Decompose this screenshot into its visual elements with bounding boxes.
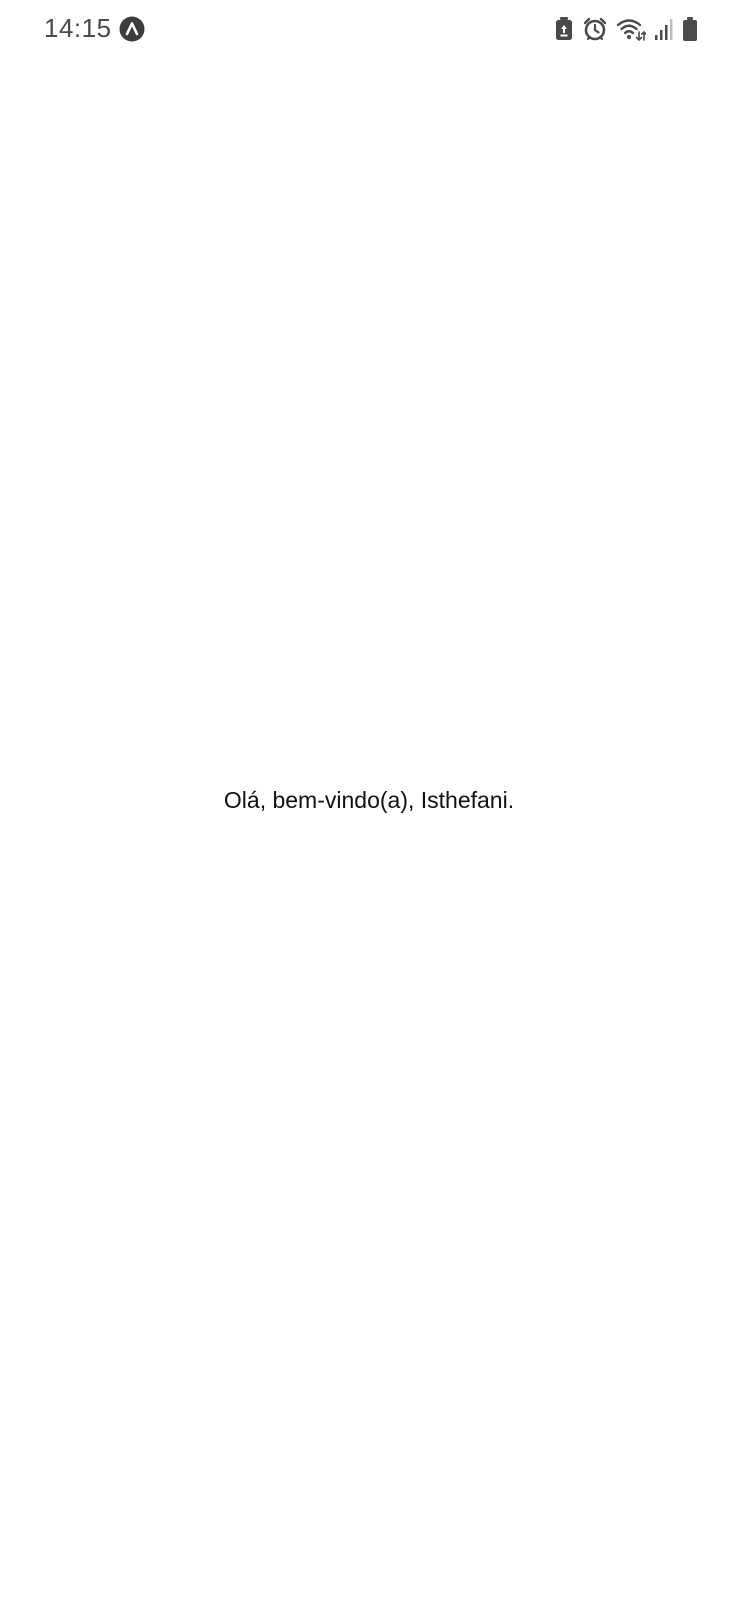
battery-saver-icon (554, 16, 574, 42)
wifi-icon (616, 16, 647, 42)
status-icons (554, 16, 698, 42)
app-screen: 14:15 Olá, bem-vindo(a), Isthefani. (0, 0, 738, 1600)
welcome-message: Olá, bem-vindo(a), Isthefani. (223, 787, 515, 813)
status-bar: 14:15 (0, 0, 738, 58)
app-notification-icon (119, 16, 145, 42)
alarm-icon (582, 16, 608, 42)
signal-icon (654, 16, 674, 42)
battery-icon (682, 16, 698, 42)
status-time: 14:15 (44, 13, 112, 43)
